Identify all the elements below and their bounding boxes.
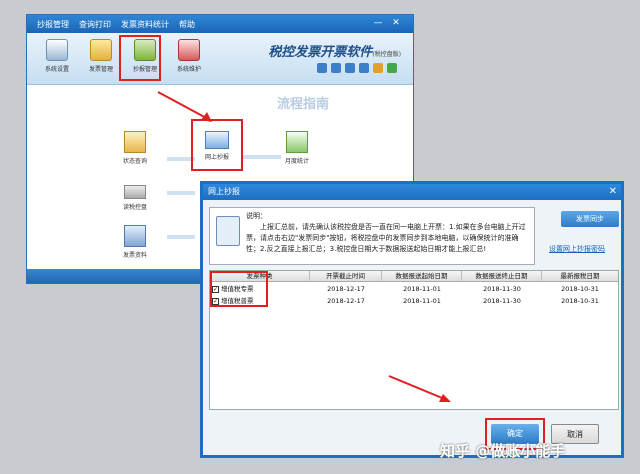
column-header[interactable]: 数据报送终止日期	[462, 271, 542, 282]
note-box: 说明： 上报汇总前，请先确认该税控盘是否一直在同一电脑上开票：1.如果在多台电脑…	[209, 207, 535, 265]
dialog-title: 网上抄报	[208, 187, 240, 196]
menu-item-query-print[interactable]: 查询打印	[79, 19, 111, 30]
minimize-icon[interactable]: —	[371, 17, 385, 29]
highlight-box-rows	[210, 271, 268, 307]
table-row[interactable]: ✓ 增值税专票 2018-12-17 2018-11-01 2018-11-30 …	[210, 283, 618, 295]
menu-item-help[interactable]: 帮助	[179, 19, 195, 30]
invoice-management-button[interactable]: 发票管理	[79, 37, 123, 81]
note-text: 上报汇总前，请先确认该税控盘是否一直在同一电脑上开票：1.如果在多台电脑上开过票…	[246, 223, 526, 253]
system-settings-label: 系统设置	[44, 66, 69, 73]
toolbar: 系统设置 发票管理 抄报管理 系统维护 税控发票开票软件(税控盘版)	[27, 33, 413, 85]
system-maintenance-label: 系统维护	[176, 66, 201, 73]
flow-monthly-stats[interactable]: 月度统计	[277, 131, 317, 165]
invoice-data-icon	[124, 225, 146, 247]
deadline-cell: 2018-12-17	[327, 297, 365, 305]
start-date-cell: 2018-11-01	[403, 297, 441, 305]
usb-icon	[124, 185, 146, 199]
system-settings-button[interactable]: 系统设置	[35, 37, 79, 81]
monthly-stats-label: 月度统计	[284, 158, 309, 165]
notepad-icon	[216, 216, 240, 246]
deadline-cell: 2018-12-17	[327, 285, 365, 293]
flow-arrow-4	[241, 155, 281, 159]
flow-arrow-2	[167, 191, 195, 195]
flow-title: 流程指南	[277, 97, 330, 112]
chart-icon	[286, 131, 308, 153]
toolbar-small-icon-6[interactable]	[387, 63, 397, 73]
toolbar-small-icon-4[interactable]	[359, 63, 369, 73]
folder-icon	[124, 131, 146, 153]
watermark: 知乎 @做账小能手	[440, 442, 566, 460]
column-header[interactable]: 最新报税日期	[542, 271, 618, 282]
close-icon[interactable]: ✕	[389, 17, 403, 29]
toolbar-small-icon-2[interactable]	[331, 63, 341, 73]
latest-date-cell: 2018-10-31	[561, 297, 599, 305]
set-password-link[interactable]: 设置网上抄报密码	[549, 244, 605, 254]
invoice-icon	[90, 39, 112, 61]
highlight-box-report	[119, 35, 161, 81]
settings-icon	[46, 39, 68, 61]
read-disk-label: 读税控盘	[122, 204, 147, 211]
app-subtitle: (税控盘版)	[372, 51, 401, 58]
start-date-cell: 2018-11-01	[403, 285, 441, 293]
flow-status-query[interactable]: 状态查询	[115, 131, 155, 165]
end-date-cell: 2018-11-30	[483, 285, 521, 293]
toolbar-small-icon-1[interactable]	[317, 63, 327, 73]
menu-item-invoice-stats[interactable]: 发票资料统计	[121, 19, 169, 30]
column-header[interactable]: 数据报送起始日期	[382, 271, 462, 282]
app-title-text: 税控发票开票软件	[268, 45, 373, 60]
system-maintenance-button[interactable]: 系统维护	[167, 37, 211, 81]
app-title: 税控发票开票软件(税控盘版)	[268, 41, 401, 60]
end-date-cell: 2018-11-30	[483, 297, 521, 305]
invoice-sync-button[interactable]: 发票同步	[561, 211, 619, 227]
dialog-close-icon[interactable]: ✕	[609, 185, 617, 199]
latest-date-cell: 2018-10-31	[561, 285, 599, 293]
annotation-arrow-2	[388, 375, 451, 402]
status-query-label: 状态查询	[122, 158, 147, 165]
table-header: 发票种类 开票截止时间 数据报送起始日期 数据报送终止日期 最新报税日期	[210, 271, 618, 282]
toolbar-small-icon-3[interactable]	[345, 63, 355, 73]
note-content: 说明： 上报汇总前，请先确认该税控盘是否一直在同一电脑上开票：1.如果在多台电脑…	[246, 211, 532, 255]
toolbar-small-icon-5[interactable]	[373, 63, 383, 73]
flow-invoice-data[interactable]: 发票资料	[115, 225, 155, 259]
note-label: 说明：	[246, 212, 267, 220]
flow-read-disk[interactable]: 读税控盘	[115, 181, 155, 211]
menu-item-report[interactable]: 抄报管理	[37, 19, 69, 30]
annotation-arrow-1	[157, 91, 212, 122]
online-report-dialog: 网上抄报 ✕ 说明： 上报汇总前，请先确认该税控盘是否一直在同一电脑上开票：1.…	[200, 181, 624, 458]
invoice-management-label: 发票管理	[88, 66, 113, 73]
flow-arrow-3	[167, 235, 195, 239]
dialog-titlebar: 网上抄报 ✕	[203, 184, 621, 200]
column-header[interactable]: 开票截止时间	[310, 271, 382, 282]
invoice-data-label: 发票资料	[122, 252, 147, 259]
table-row[interactable]: ✓ 增值税普票 2018-12-17 2018-11-01 2018-11-30 …	[210, 295, 618, 307]
menu-bar: 抄报管理 查询打印 发票资料统计 帮助 — ✕	[27, 15, 413, 33]
maintenance-icon	[178, 39, 200, 61]
